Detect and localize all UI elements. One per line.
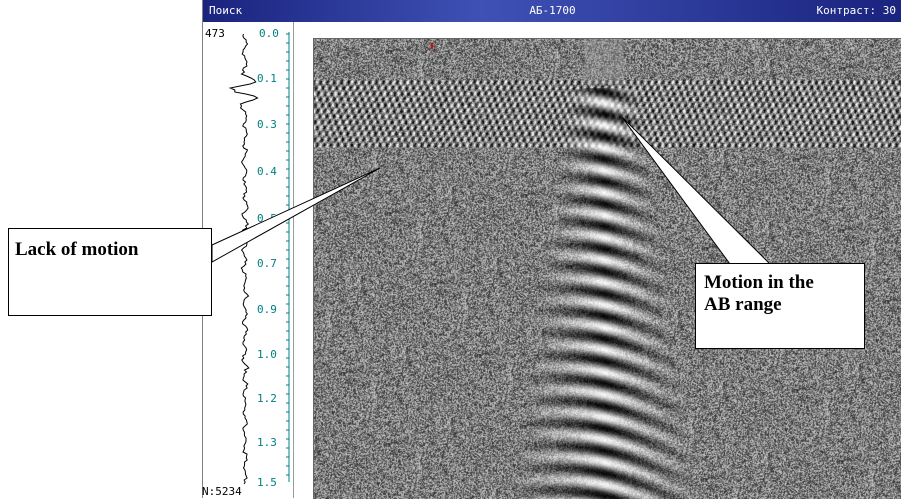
depth-scale-panel: 473 0.0 0.1 0.3 0.4 0.5 0.7 0.9 1.0 1.2 1.3 1.5 N… <box>202 22 294 498</box>
callout-motion-line2: AB range <box>704 294 782 315</box>
callout-lack-of-motion: Lack of motion <box>8 228 212 316</box>
scale-tick-label: 0.1 <box>257 72 277 85</box>
scale-tick-label: 0.7 <box>257 257 277 270</box>
georadar-window: Поиск АБ-1700 Контраст: 30 473 0.0 0.1 0.… <box>202 0 901 499</box>
trace-count: 473 <box>205 27 225 40</box>
trace-waveform <box>228 33 259 485</box>
scale-tick-label: 0.4 <box>257 165 277 178</box>
title-bar: Поиск АБ-1700 Контраст: 30 <box>203 0 901 22</box>
callout-motion-ab-range: Motion in the AB range <box>695 263 865 349</box>
trace-counter: N:5234 <box>202 485 242 498</box>
scale-tick-label: 0.9 <box>257 303 277 316</box>
scale-tick-label: 1.0 <box>257 348 277 361</box>
device-label: АБ-1700 <box>529 4 576 17</box>
scale-tick-label: 0.5 <box>257 212 277 225</box>
callout-motion-line1: Motion in the <box>704 272 814 293</box>
scale-tick-label: 1.3 <box>257 436 277 449</box>
scale-tick-label: 0.3 <box>257 118 277 131</box>
scale-tick-zero: 0.0 <box>259 27 279 40</box>
scale-tick-label: 1.2 <box>257 392 277 405</box>
scale-tick-label: 1.5 <box>257 476 277 489</box>
contrast-label[interactable]: Контраст: 30 <box>817 4 896 17</box>
callout-lack-text: Lack of motion <box>15 239 139 260</box>
single-trace-plot <box>228 32 290 485</box>
